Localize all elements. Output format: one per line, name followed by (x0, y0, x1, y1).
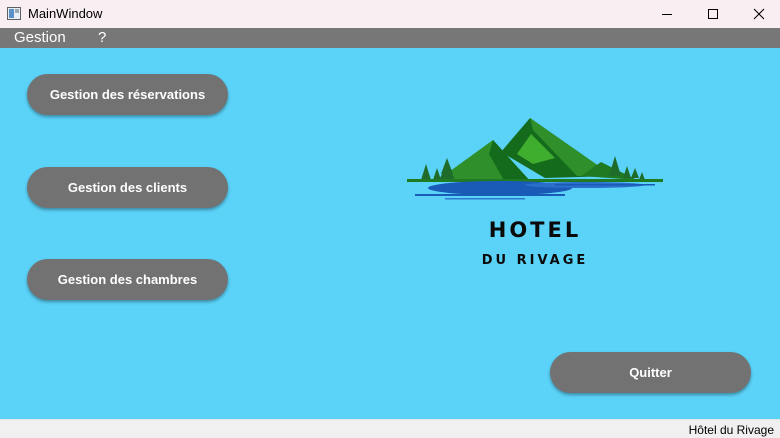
clients-button[interactable]: Gestion des clients (27, 167, 228, 208)
status-text: Hôtel du Rivage (688, 423, 774, 437)
close-icon (753, 8, 765, 20)
logo-title: HOTEL (488, 218, 582, 242)
status-bar: Hôtel du Rivage (0, 419, 780, 438)
window-title: MainWindow (28, 6, 103, 21)
minimize-icon (662, 13, 672, 15)
minimize-button[interactable] (644, 0, 690, 28)
app-window-icon (7, 7, 21, 20)
maximize-icon (708, 9, 718, 19)
chambres-button[interactable]: Gestion des chambres (27, 259, 228, 300)
menu-bar: Gestion ? (0, 28, 780, 48)
reservations-button[interactable]: Gestion des réservations (27, 74, 228, 115)
close-button[interactable] (736, 0, 780, 28)
title-bar: MainWindow (0, 0, 780, 28)
menu-gestion[interactable]: Gestion (14, 29, 66, 47)
logo-subtitle: DU RIVAGE (481, 253, 589, 268)
mountain-lake-logo-icon (407, 118, 663, 200)
quit-button[interactable]: Quitter (550, 352, 751, 393)
main-panel: Gestion des réservations Gestion des cli… (0, 48, 780, 419)
maximize-button[interactable] (690, 0, 736, 28)
menu-help[interactable]: ? (98, 29, 106, 47)
